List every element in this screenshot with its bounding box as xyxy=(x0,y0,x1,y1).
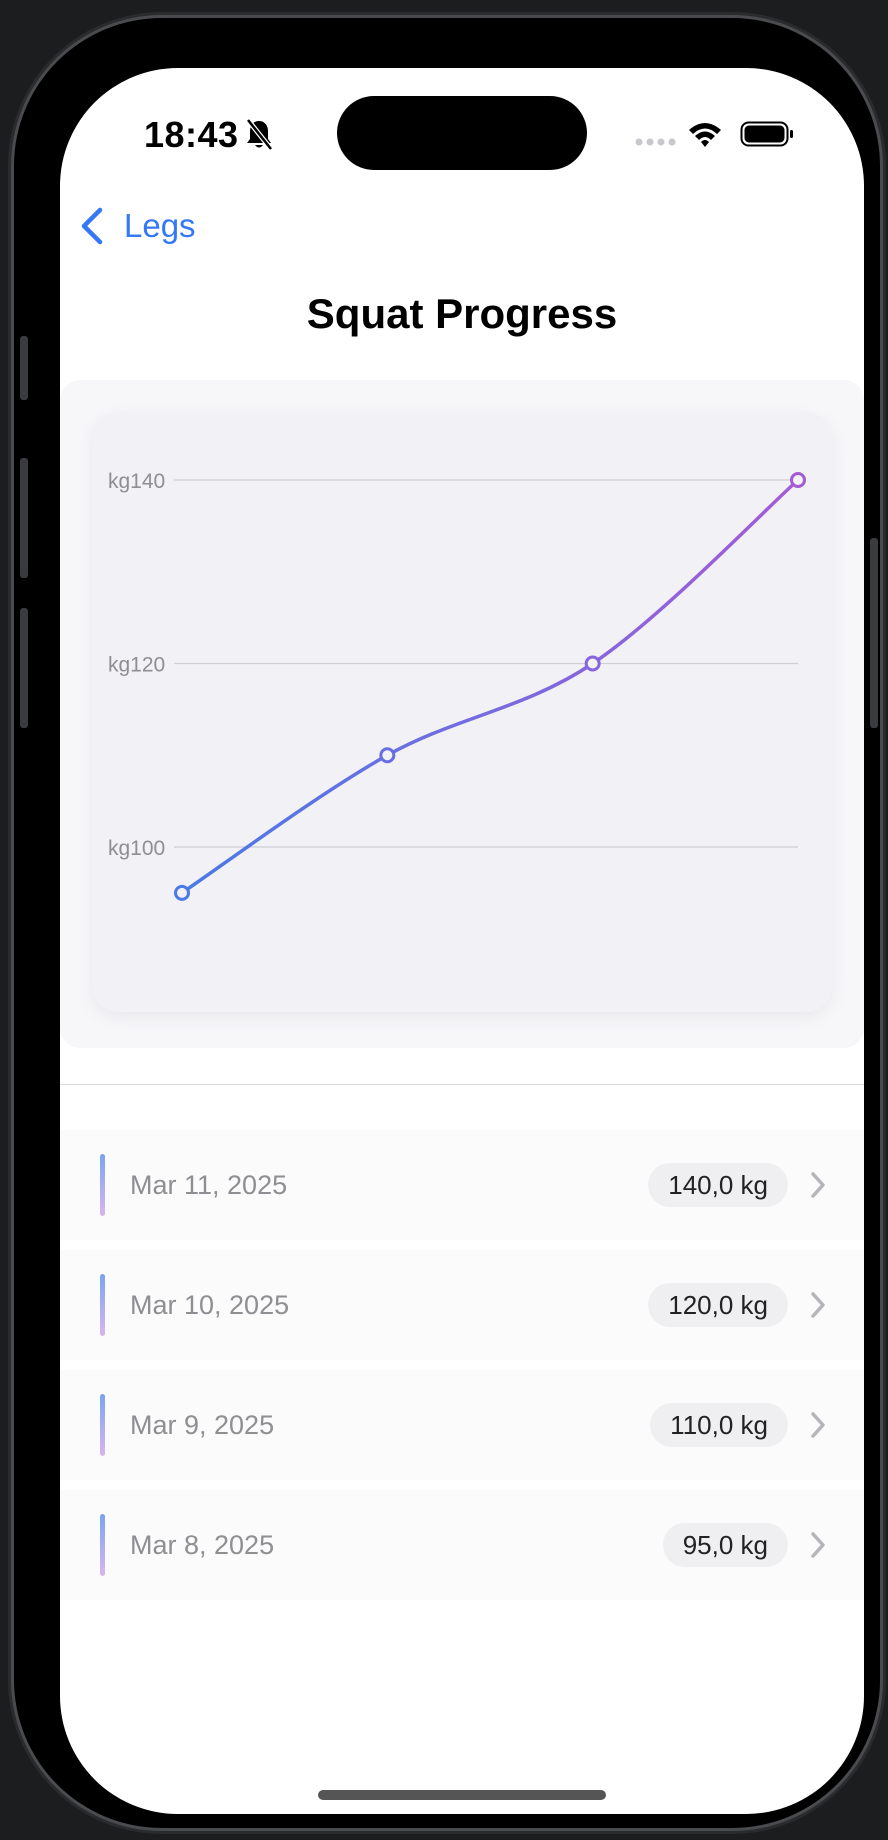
volume-up-button xyxy=(20,458,28,578)
history-row[interactable]: Mar 11, 2025 140,0 kg xyxy=(60,1130,864,1240)
data-point[interactable] xyxy=(379,747,396,764)
y-tick-label: kg120 xyxy=(108,654,165,677)
row-date: Mar 10, 2025 xyxy=(130,1290,290,1320)
row-date: Mar 9, 2025 xyxy=(130,1410,275,1440)
dynamic-island xyxy=(337,96,587,170)
row-accent-bar xyxy=(100,1514,105,1576)
back-label: Legs xyxy=(124,207,196,244)
row-date: Mar 8, 2025 xyxy=(130,1530,275,1560)
squat-progress-chart: kg140 kg120 kg100 xyxy=(108,470,806,901)
series-line xyxy=(180,478,800,895)
data-point[interactable] xyxy=(790,472,806,488)
cellular-signal-icon xyxy=(635,138,676,146)
home-indicator[interactable] xyxy=(318,1790,606,1800)
silent-switch xyxy=(20,336,28,400)
back-button[interactable]: Legs xyxy=(78,198,196,254)
screen: 18:43 Legs Squat Progress kg140 kg120 kg… xyxy=(60,68,864,1814)
status-time: 18:43 xyxy=(144,114,239,155)
row-accent-bar xyxy=(100,1154,105,1216)
row-weight-badge: 140,0 kg xyxy=(648,1163,788,1207)
phone-frame: 18:43 Legs Squat Progress kg140 kg120 kg… xyxy=(14,18,880,1828)
chart-card: kg140 kg120 kg100 xyxy=(92,412,832,1012)
history-list: Mar 11, 2025 140,0 kg Mar 10, 2025 120,0 kg… xyxy=(60,1130,864,1610)
y-tick-label: kg140 xyxy=(108,470,165,493)
chevron-right-icon xyxy=(811,1172,825,1198)
page-title: Squat Progress xyxy=(306,290,618,337)
chevron-right-icon xyxy=(811,1292,825,1318)
y-tick-label: kg100 xyxy=(108,837,165,860)
bell-slash-icon xyxy=(246,118,273,151)
data-point[interactable] xyxy=(584,655,601,672)
data-point[interactable] xyxy=(174,884,190,901)
wifi-icon xyxy=(689,123,721,147)
row-weight-badge: 95,0 kg xyxy=(662,1523,788,1567)
history-row[interactable]: Mar 10, 2025 120,0 kg xyxy=(60,1250,864,1360)
row-weight-badge: 110,0 kg xyxy=(650,1403,788,1447)
divider xyxy=(60,1084,864,1085)
row-accent-bar xyxy=(100,1394,105,1456)
chevron-left-icon xyxy=(81,207,103,245)
row-weight-badge: 120,0 kg xyxy=(648,1283,788,1327)
chevron-right-icon xyxy=(811,1412,825,1438)
row-date: Mar 11, 2025 xyxy=(130,1170,288,1200)
battery-icon xyxy=(740,121,793,147)
row-accent-bar xyxy=(100,1274,105,1336)
volume-down-button xyxy=(20,608,28,728)
chevron-right-icon xyxy=(811,1532,825,1558)
history-row[interactable]: Mar 9, 2025 110,0 kg xyxy=(60,1370,864,1480)
chart-section: kg140 kg120 kg100 xyxy=(60,380,864,1048)
power-button xyxy=(870,538,878,728)
history-row[interactable]: Mar 8, 2025 95,0 kg xyxy=(60,1490,864,1600)
